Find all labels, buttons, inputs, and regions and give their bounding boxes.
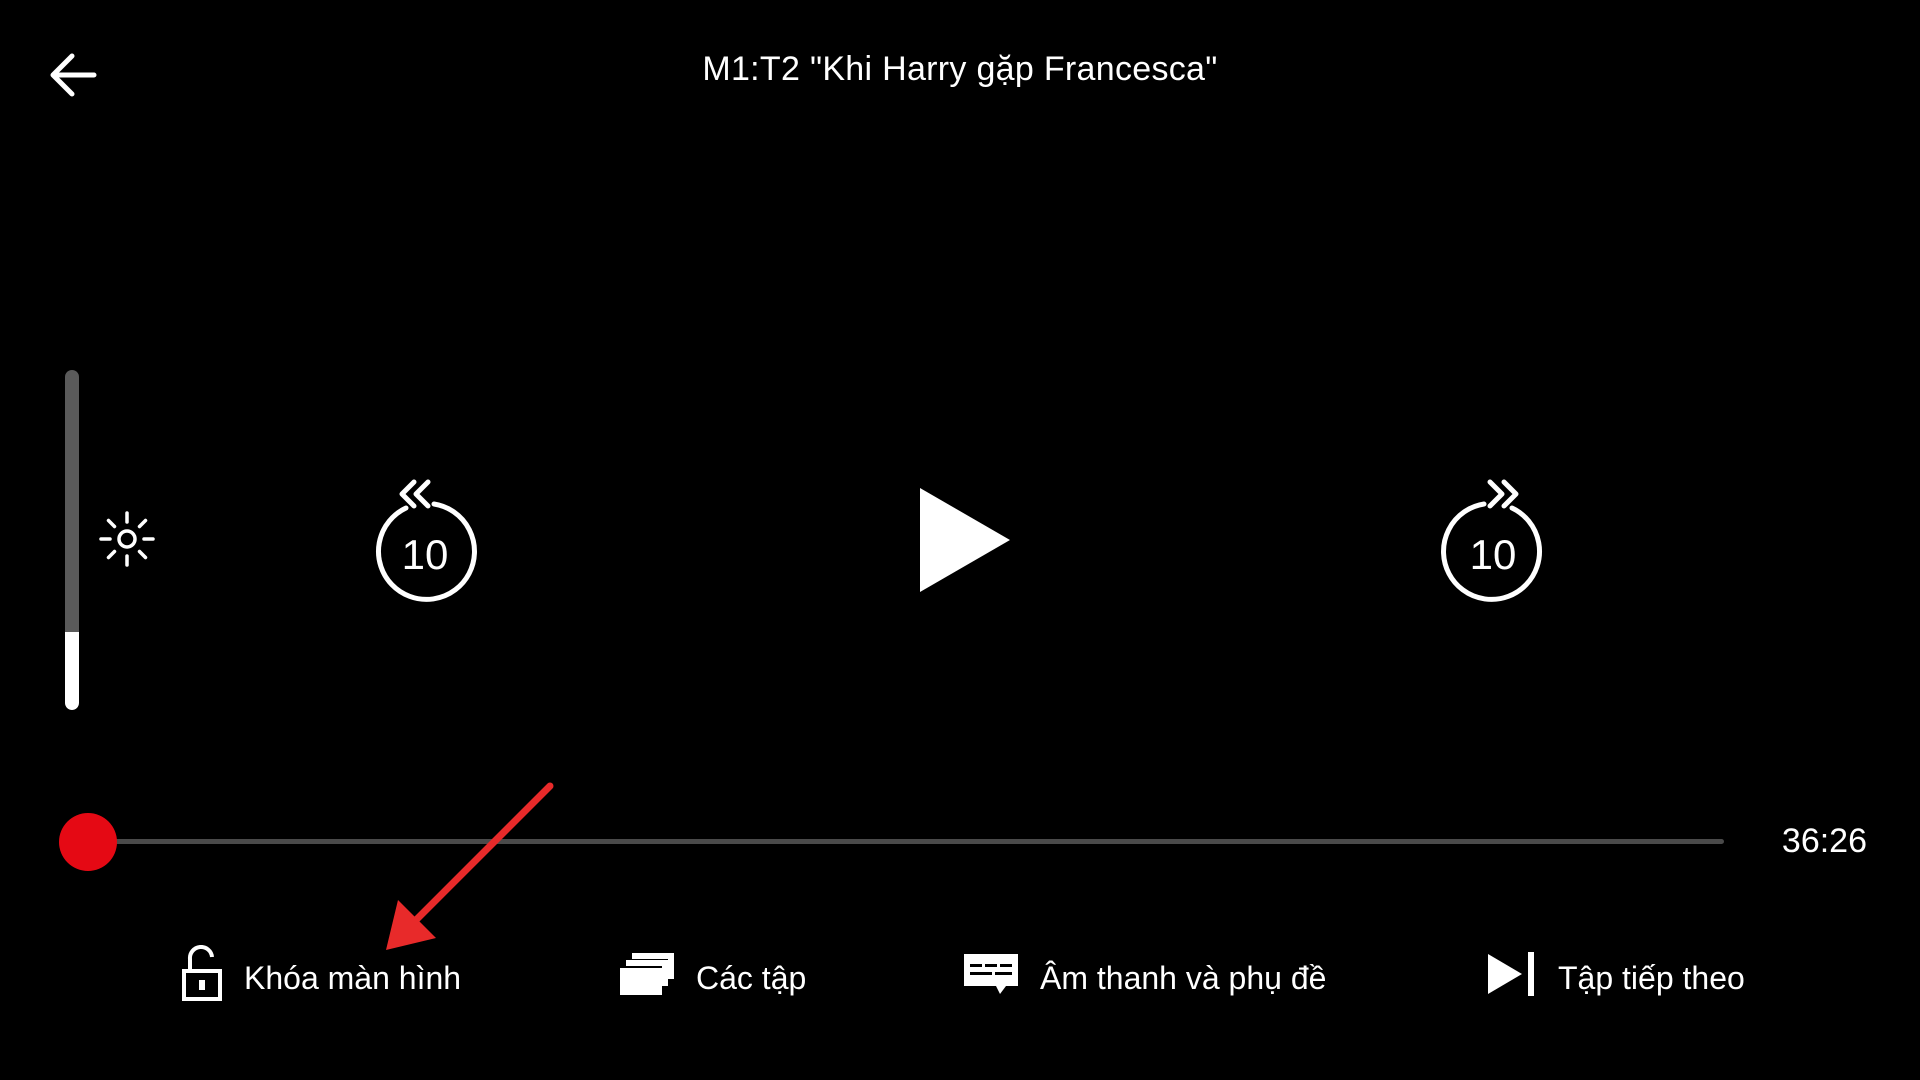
lock-screen-button[interactable]: Khóa màn hình [180, 944, 462, 1011]
video-player-screen[interactable]: M1:T2 "Khi Harry gặp Francesca" 10 10 36… [0, 0, 1920, 1080]
audio-subtitles-label: Âm thanh và phụ đề [1040, 959, 1327, 996]
next-episode-button[interactable]: Tập tiếp theo [1486, 948, 1745, 1008]
brightness-slider[interactable] [65, 370, 79, 710]
next-episode-icon [1486, 950, 1538, 1006]
brightness-slider-fill [65, 631, 79, 710]
lock-screen-label: Khóa màn hình [244, 959, 462, 996]
episodes-label: Các tập [696, 959, 807, 996]
progress-scrubber[interactable] [59, 813, 117, 871]
red-arrow-annotation [386, 782, 554, 950]
episode-title: M1:T2 "Khi Harry gặp Francesca" [702, 50, 1218, 88]
unlock-icon [180, 944, 224, 1011]
rewind-label: 10 [402, 531, 449, 578]
sun-icon [96, 508, 158, 570]
forward-label: 10 [1470, 531, 1517, 578]
time-remaining: 36:26 [1781, 822, 1867, 860]
forward-10-icon: 10 [1441, 479, 1542, 602]
next-episode-label: Tập tiếp theo [1558, 959, 1745, 996]
episodes-button[interactable]: Các tập [618, 948, 806, 1008]
episodes-stack-icon [618, 951, 676, 1005]
audio-subtitles-button[interactable]: Âm thanh và phụ đề [962, 948, 1326, 1008]
play-icon [920, 488, 1010, 592]
rewind-10-icon: 10 [376, 479, 477, 602]
rewind-10-button[interactable]: 10 [368, 476, 480, 604]
play-button[interactable] [912, 484, 1016, 596]
progress-bar[interactable] [88, 839, 1724, 844]
forward-10-button[interactable]: 10 [1438, 476, 1550, 604]
subtitles-icon [962, 950, 1020, 1006]
